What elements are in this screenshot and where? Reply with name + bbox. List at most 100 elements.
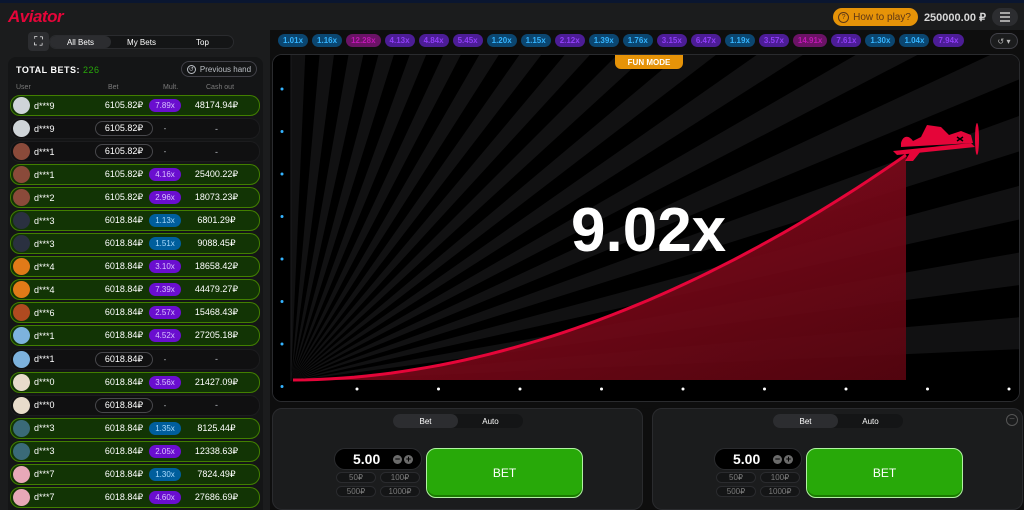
history-multiplier[interactable]: 2.12x <box>554 34 585 47</box>
how-to-play-button[interactable]: ? How to play? <box>833 8 918 26</box>
aviator-logo[interactable]: Aviator <box>8 7 64 27</box>
bet-button[interactable]: BET <box>426 448 583 498</box>
x-axis-dot <box>600 387 603 391</box>
menu-button[interactable] <box>992 8 1018 26</box>
bet-button[interactable]: BET <box>806 448 963 498</box>
tab-bet[interactable]: Bet <box>773 414 838 428</box>
cashout-amount: 8125.44₽ <box>197 422 236 433</box>
user-name: d***7 <box>34 469 55 480</box>
avatar <box>13 281 30 299</box>
history-multiplier[interactable]: 3.15x <box>656 34 687 47</box>
quick-amount-button[interactable]: 50₽ <box>716 472 756 483</box>
bet-amount: 6018.84₽ <box>95 351 153 367</box>
user-name: d***0 <box>34 400 55 411</box>
quick-amount-button[interactable]: 100₽ <box>760 472 800 483</box>
history-multiplier[interactable]: 1.20x <box>486 34 517 47</box>
quick-amount-button[interactable]: 500₽ <box>716 486 756 497</box>
cashout-amount: 48174.94₽ <box>194 100 239 110</box>
history-multiplier[interactable]: 1.04x <box>899 34 930 47</box>
previous-hand-button[interactable]: ↺ Previous hand <box>181 61 257 77</box>
fun-mode-badge: FUN MODE <box>615 55 683 69</box>
avatar <box>13 166 30 184</box>
avatar <box>13 465 30 483</box>
tab-bet[interactable]: Bet <box>393 414 458 428</box>
avatar <box>13 235 30 253</box>
previous-hand-label: Previous hand <box>199 64 252 74</box>
col-user: User <box>16 84 31 91</box>
bet-amount: 6105.82₽ <box>104 169 144 180</box>
tab-auto[interactable]: Auto <box>458 414 523 428</box>
bet-row: d***1 6105.82₽ - - <box>10 141 260 163</box>
history-multiplier[interactable]: 12.28x <box>346 34 381 47</box>
history-multiplier[interactable]: 4.84x <box>418 34 449 47</box>
history-multiplier[interactable]: 1.01x <box>278 34 309 47</box>
tab-my-bets[interactable]: My Bets <box>111 36 172 48</box>
plus-button[interactable]: + <box>404 454 413 464</box>
bet-row: d***3 6018.84₽ 2.05x 12338.63₽ <box>10 440 260 462</box>
fullscreen-button[interactable]: ⛶ <box>28 32 49 51</box>
history-multiplier[interactable]: 7.94x <box>933 34 964 47</box>
quick-amount-button[interactable]: 1000₽ <box>760 486 800 497</box>
user-name: d***9 <box>34 100 55 111</box>
bet-amount-stepper[interactable]: 5.00 − + <box>334 448 422 470</box>
tab-top[interactable]: Top <box>172 36 233 48</box>
bet-amount: 6018.84₽ <box>104 491 144 502</box>
avatar <box>13 488 30 506</box>
current-multiplier: 9.02x <box>571 196 727 265</box>
history-multiplier[interactable]: 1.76x <box>622 34 653 47</box>
multiplier-badge: 1.13x <box>149 214 181 228</box>
bets-list: d***9 6105.82₽ 7.89x 48174.94₽ d***9 6105.82₽… <box>10 95 260 510</box>
remove-panel-button[interactable]: − <box>1006 414 1018 426</box>
y-axis-dot <box>280 385 284 388</box>
history-multiplier[interactable]: 14.91x <box>792 34 828 47</box>
history-dropdown-button[interactable]: ↺ ▾ <box>990 33 1018 49</box>
history-multiplier[interactable]: 1.19x <box>724 34 755 47</box>
history-multiplier[interactable]: 7.61x <box>831 34 862 47</box>
cashout-amount: 15468.43₽ <box>194 307 239 318</box>
avatar <box>13 396 30 414</box>
bet-mode-tabs: Bet Auto <box>773 414 903 428</box>
history-multiplier[interactable]: 5.45x <box>452 34 483 47</box>
history-multiplier[interactable]: 3.57x <box>758 34 789 47</box>
x-axis-dot <box>763 387 766 391</box>
quick-amount-button[interactable]: 100₽ <box>380 472 420 483</box>
user-name: d***3 <box>34 446 55 457</box>
quick-amount-button[interactable]: 50₽ <box>336 472 376 483</box>
bet-amount-input[interactable]: 5.00 <box>733 451 771 467</box>
multiplier-badge: 2.05x <box>149 444 181 458</box>
y-axis-dot <box>280 172 284 176</box>
history-multiplier[interactable]: 1.15x <box>520 34 551 47</box>
multiplier-badge: 4.52x <box>149 329 181 343</box>
history-multiplier[interactable]: 1.16x <box>312 34 343 47</box>
history-multiplier[interactable]: 6.47x <box>690 34 721 47</box>
history-multiplier[interactable]: 1.30x <box>865 34 896 47</box>
y-axis-dot <box>280 130 284 133</box>
bet-amount-stepper[interactable]: 5.00 − + <box>714 448 802 470</box>
multiplier-history: 1.01x 1.16x 12.28x 4.13x 4.84x 5.45x 1.20x 1.15… <box>278 34 988 50</box>
cashout-amount: 12338.63₽ <box>194 445 239 456</box>
avatar <box>13 373 30 391</box>
quick-amount-button[interactable]: 500₽ <box>336 486 376 497</box>
minus-button[interactable]: − <box>773 454 782 464</box>
user-name: d***4 <box>34 284 55 295</box>
tab-auto[interactable]: Auto <box>838 414 903 428</box>
x-axis-dot <box>926 387 929 391</box>
quick-amount-button[interactable]: 1000₽ <box>380 486 420 497</box>
cashout-amount: 6801.29₽ <box>197 215 236 226</box>
history-multiplier[interactable]: 1.39x <box>588 34 619 47</box>
bet-row: d***9 6105.82₽ - - <box>10 118 260 140</box>
y-axis-dot <box>280 87 284 91</box>
minus-button[interactable]: − <box>393 454 402 464</box>
bet-amount: 6018.84₽ <box>95 397 153 413</box>
plus-button[interactable]: + <box>784 454 793 464</box>
cashout-amount: 27205.18₽ <box>194 330 239 341</box>
user-name: d***1 <box>34 354 55 365</box>
avatar <box>13 143 30 161</box>
bet-amount-input[interactable]: 5.00 <box>353 451 391 467</box>
col-mult: Mult. <box>163 84 179 91</box>
tab-all-bets[interactable]: All Bets <box>50 36 111 48</box>
history-multiplier[interactable]: 4.13x <box>384 34 415 47</box>
bet-amount: 6105.82₽ <box>104 100 144 110</box>
avatar <box>13 350 30 368</box>
avatar <box>13 304 30 322</box>
